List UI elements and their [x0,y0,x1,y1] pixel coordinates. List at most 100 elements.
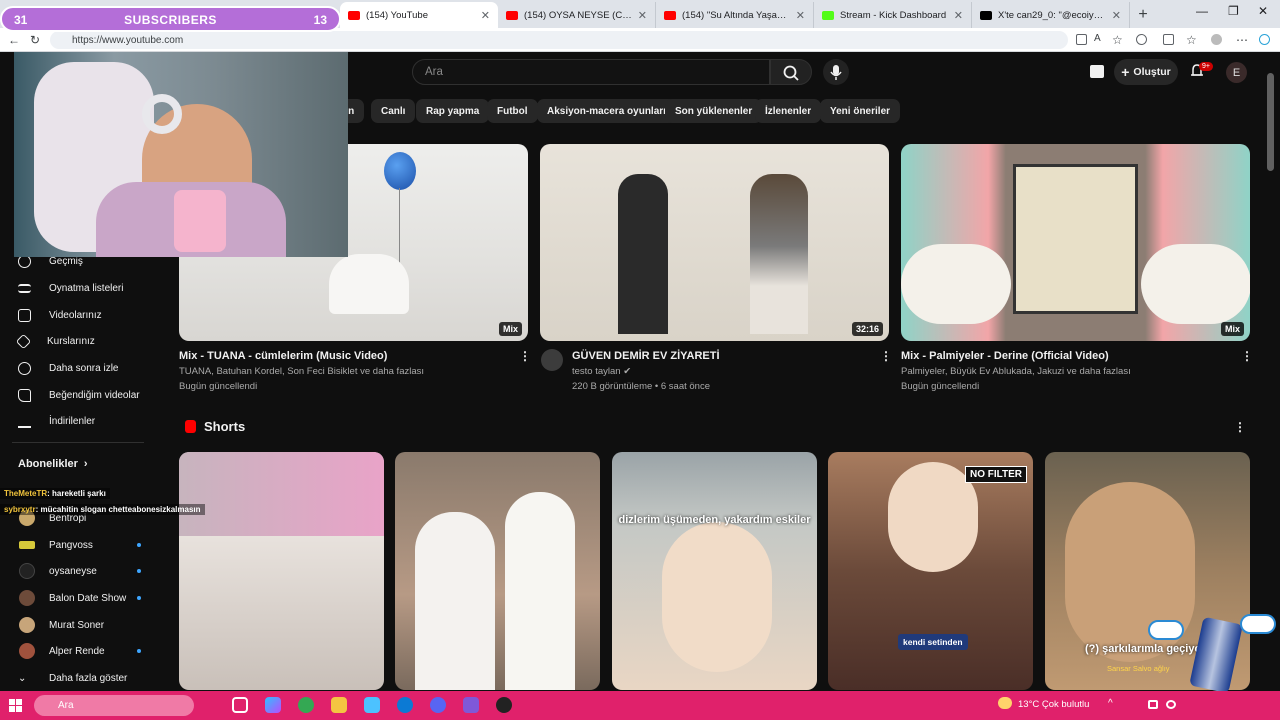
sidebar-item-watch-later[interactable]: Daha sonra izle [18,359,118,377]
task-view-icon[interactable] [232,697,248,713]
chip-recent[interactable]: Son yüklenenler [665,99,763,123]
chip-watched[interactable]: İzlenenler [755,99,822,123]
chrome-icon[interactable] [298,697,314,713]
close-icon[interactable]: ✕ [638,9,647,22]
more-options-icon[interactable]: ⋮ [1241,349,1253,363]
tarot-card-graphic [1013,164,1138,314]
more-options-icon[interactable]: ⋮ [880,349,892,363]
video-thumbnail[interactable]: Mix [901,144,1250,341]
shorts-heading-label: Shorts [204,419,246,434]
sidebar-item-your-videos[interactable]: Videolarınız [18,306,102,324]
discord-icon[interactable] [430,697,446,713]
video-title[interactable]: Mix - TUANA - cümlelerim (Music Video) [179,350,387,362]
close-window-icon[interactable]: ✕ [1258,4,1268,18]
tab-x[interactable]: X'te can29_0: "@ecoiyyy" / X ✕ [972,2,1130,28]
video-thumbnail[interactable]: 32:16 [540,144,889,341]
playlist-icon [18,283,31,293]
search-button[interactable] [770,59,812,85]
short-card[interactable]: NO FILTER kendi setinden [828,452,1033,690]
short-card[interactable] [395,452,600,690]
file-explorer-icon[interactable] [331,697,347,713]
video-updated: Bugün güncellendi [179,381,258,392]
close-icon[interactable]: ✕ [796,9,805,22]
close-icon[interactable]: ✕ [954,9,963,22]
tab-title: X'te can29_0: "@ecoiyyy" / X [998,9,1106,21]
sidebar-item-courses[interactable]: Kurslarınız [15,332,95,350]
sidebar-item-label: Videolarınız [49,309,102,321]
page-scrollbar[interactable] [1267,73,1274,171]
verified-icon: ✔ [623,366,632,377]
sidebar-item-downloads[interactable]: İndirilenler [18,412,95,430]
tab-title: (154) YouTube [366,9,428,21]
sidebar-item-playlists[interactable]: Oynatma listeleri [18,279,123,297]
windows-start-icon[interactable] [9,699,22,712]
search-input[interactable]: Ara [412,59,770,85]
subscriptions-heading[interactable]: Abonelikler › [18,458,88,470]
tray-chevron-icon[interactable]: ^ [1108,698,1113,709]
copilot-icon[interactable] [1259,34,1270,45]
maximize-icon[interactable]: ❐ [1228,4,1239,18]
tab-youtube[interactable]: (154) YouTube ✕ [340,2,498,28]
favorites-icon[interactable]: ☆ [1186,33,1197,47]
new-tab-button[interactable]: + [1130,2,1156,28]
channel-avatar [19,541,35,549]
short-card[interactable]: dizlerim üşümeden, yakardım eskiler [612,452,817,690]
clock-icon [18,361,31,375]
back-icon[interactable]: ← [8,33,20,47]
cast-icon[interactable] [1090,65,1104,78]
tab-title: Stream - Kick Dashboard [840,9,947,21]
install-app-icon[interactable] [1076,34,1087,45]
subscription-item[interactable]: oysaneyse [19,562,141,580]
tab-su-altinda[interactable]: (154) "Su Altında Yaşayan 'Balık İn ✕ [656,2,814,28]
obs-icon[interactable] [496,697,512,713]
video-title[interactable]: GÜVEN DEMİR EV ZİYARETİ [572,350,720,362]
create-button[interactable]: + Oluştur [1114,59,1178,85]
channel-name: testo taylan ✔ [572,366,631,377]
subscription-item[interactable]: Balon Date Show [19,589,141,607]
more-icon[interactable]: ⋯ [1236,33,1248,47]
close-icon[interactable]: ✕ [1112,9,1121,22]
reload-icon[interactable]: ↻ [30,33,40,47]
minimize-icon[interactable]: — [1196,4,1208,18]
chip-live[interactable]: Canlı [371,99,416,123]
more-options-icon[interactable]: ⋮ [519,349,531,363]
chip-rap[interactable]: Rap yapma [416,99,490,123]
profile-icon[interactable] [1211,34,1222,45]
split-screen-icon[interactable] [1163,34,1174,45]
app-icon[interactable] [463,697,479,713]
taskbar-search[interactable]: Ara [34,695,194,716]
store-icon[interactable] [364,697,380,713]
chip-action-games[interactable]: Aksiyon-macera oyunları [537,99,676,123]
close-icon[interactable]: ✕ [481,9,490,22]
subscription-item[interactable]: Pangvoss [19,536,141,554]
copilot-icon[interactable] [265,697,281,713]
account-avatar[interactable]: E [1226,62,1247,83]
read-aloud-icon[interactable]: A [1094,33,1101,44]
url-field[interactable]: https://www.youtube.com [50,31,1068,49]
sidebar-item-liked-videos[interactable]: Beğendiğim videolar [18,386,140,404]
voice-search-button[interactable] [823,59,849,85]
channel-avatar[interactable] [541,349,563,371]
figure-graphic [329,254,409,314]
subscription-item[interactable]: Alper Rende [19,642,141,660]
balloon-graphic [384,152,416,190]
network-icon[interactable] [1148,700,1158,709]
cloud-graphic [901,244,1011,324]
video-title[interactable]: Mix - Palmiyeler - Derine (Official Vide… [901,350,1109,362]
more-options-icon[interactable]: ⋮ [1234,420,1246,434]
extensions-icon[interactable] [1136,34,1147,45]
chip-new-suggestions[interactable]: Yeni öneriler [820,99,901,123]
show-more-button[interactable]: ⌄ Daha fazla göster [18,669,127,687]
chip-football[interactable]: Futbol [487,99,538,123]
chat-message: TheMeteTR: hareketli şarkı [0,488,110,499]
tab-oysa-neyse[interactable]: (154) OYSA NEYSE (CUMHURİYET'İ ✕ [498,2,656,28]
edge-icon[interactable] [397,697,413,713]
subscription-item[interactable]: Murat Soner [19,616,141,634]
tab-kick-dashboard[interactable]: Stream - Kick Dashboard ✕ [814,2,972,28]
mix-badge: Mix [1220,322,1244,336]
favorite-star-icon[interactable]: ☆ [1112,33,1123,47]
volume-icon[interactable] [1166,700,1176,709]
mix-badge: Mix [498,322,522,336]
person-right-graphic [750,174,808,334]
short-card[interactable] [179,452,384,690]
